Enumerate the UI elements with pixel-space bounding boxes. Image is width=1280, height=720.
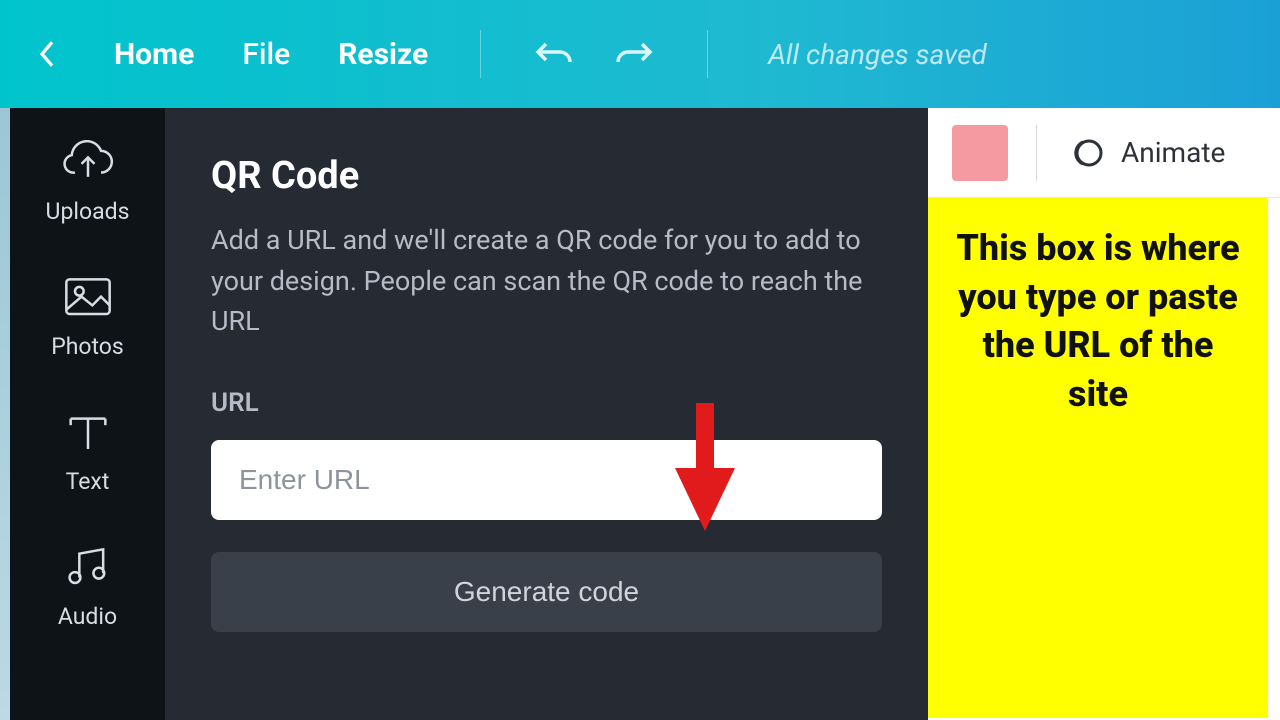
- qr-code-panel: QR Code Add a URL and we'll create a QR …: [165, 108, 928, 720]
- redo-icon: [614, 38, 654, 70]
- cloud-upload-icon: [62, 136, 114, 188]
- toolbar-divider: [707, 30, 708, 78]
- app-root: Home File Resize All changes saved: [0, 0, 1280, 720]
- url-input[interactable]: [211, 440, 882, 520]
- sidebar-item-label: Audio: [58, 603, 117, 630]
- edit-toolbar-divider: [1036, 125, 1037, 181]
- sidebar-item-label: Uploads: [46, 198, 130, 225]
- music-note-icon: [62, 541, 114, 593]
- sidebar-item-label: Text: [66, 468, 110, 495]
- photo-icon: [62, 271, 114, 323]
- canvas-area: Animate This box is where you type or pa…: [928, 108, 1280, 720]
- back-button[interactable]: [28, 35, 66, 73]
- nav-resize[interactable]: Resize: [338, 37, 428, 72]
- undo-icon: [534, 38, 574, 70]
- sidebar-item-text[interactable]: Text: [62, 406, 114, 495]
- animate-label: Animate: [1121, 136, 1225, 169]
- color-swatch[interactable]: [952, 125, 1008, 181]
- annotation-note: This box is where you type or paste the …: [928, 198, 1268, 718]
- generate-code-button[interactable]: Generate code: [211, 552, 882, 632]
- sidebar-item-label: Photos: [51, 333, 124, 360]
- save-status: All changes saved: [768, 38, 987, 71]
- nav-file[interactable]: File: [242, 37, 290, 72]
- sidebar-item-uploads[interactable]: Uploads: [46, 136, 130, 225]
- chevron-left-icon: [37, 39, 57, 69]
- left-edge-strip: [0, 108, 10, 720]
- sidebar-item-photos[interactable]: Photos: [51, 271, 124, 360]
- redo-button[interactable]: [613, 33, 655, 75]
- undo-button[interactable]: [533, 33, 575, 75]
- annotation-note-text: This box is where you type or paste the …: [950, 224, 1246, 418]
- edit-toolbar: Animate: [928, 108, 1280, 198]
- top-toolbar: Home File Resize All changes saved: [0, 0, 1280, 108]
- toolbar-divider: [480, 30, 481, 78]
- url-field-label: URL: [211, 388, 882, 418]
- animate-icon: [1065, 133, 1105, 173]
- sidebar: Uploads Photos: [10, 108, 165, 720]
- panel-description: Add a URL and we'll create a QR code for…: [211, 220, 871, 342]
- nav-home[interactable]: Home: [114, 37, 194, 72]
- undo-redo-group: [533, 33, 655, 75]
- animate-button[interactable]: Animate: [1065, 133, 1225, 173]
- panel-title: QR Code: [211, 154, 882, 198]
- body-row: Uploads Photos: [0, 108, 1280, 720]
- sidebar-item-audio[interactable]: Audio: [58, 541, 117, 630]
- arrow-down-icon: [670, 403, 740, 533]
- text-icon: [62, 406, 114, 458]
- annotation-arrow: [670, 403, 740, 533]
